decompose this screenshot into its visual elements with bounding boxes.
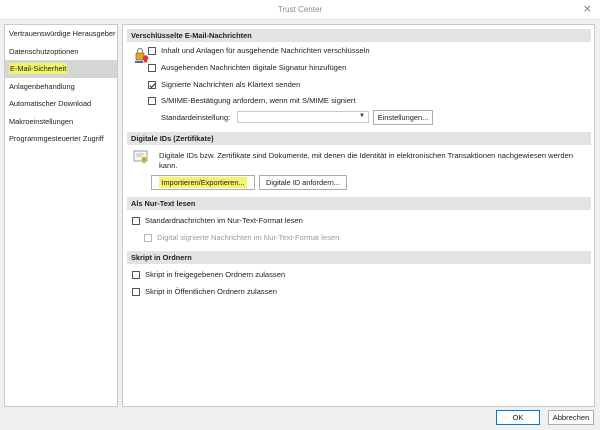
ok-button[interactable]: OK xyxy=(496,410,540,425)
smime-receipt-checkbox[interactable] xyxy=(148,96,156,105)
section-header-plain-text: Als Nur-Text lesen xyxy=(127,197,591,210)
window-title: Trust Center xyxy=(277,5,323,14)
option-script-shared-folders[interactable]: Skript in freigegebenen Ordnern zulassen xyxy=(132,270,285,279)
sidebar-item-email-security[interactable]: E-Mail-Sicherheit xyxy=(5,60,117,78)
option-read-plain-text[interactable]: Standardnachrichten im Nur-Text-Format l… xyxy=(132,216,303,225)
settings-button[interactable]: Einstellungen... xyxy=(373,110,433,125)
sidebar-item-programmatic-access[interactable]: Programmgesteuerter Zugriff xyxy=(5,130,117,148)
option-read-signed-plain-text: Digital signierte Nachrichten im Nur-Tex… xyxy=(144,233,339,242)
add-signature-checkbox[interactable] xyxy=(148,63,156,72)
cancel-button[interactable]: Abbrechen xyxy=(548,410,594,425)
send-cleartext-checkbox[interactable] xyxy=(148,80,156,89)
section-header-digital-ids: Digitale IDs (Zertifikate) xyxy=(127,132,591,145)
script-public-folders-checkbox[interactable] xyxy=(132,287,140,296)
read-signed-plain-text-checkbox xyxy=(144,233,152,242)
import-export-button[interactable]: Importieren/Exportieren... xyxy=(151,175,255,190)
read-plain-text-checkbox[interactable] xyxy=(132,216,140,225)
option-send-cleartext[interactable]: Signierte Nachrichten als Klartext sende… xyxy=(148,80,300,89)
sidebar-item-automatic-download[interactable]: Automatischer Download xyxy=(5,95,117,113)
script-shared-folders-checkbox[interactable] xyxy=(132,270,140,279)
title-bar: Trust Center × xyxy=(0,0,600,20)
option-encrypt-content[interactable]: Inhalt und Anlagen für ausgehende Nachri… xyxy=(148,46,370,55)
option-script-public-folders[interactable]: Skript in Öffentlichen Ordnern zulassen xyxy=(132,287,277,296)
request-digital-id-button[interactable]: Digitale ID anfordern... xyxy=(259,175,347,190)
sidebar-item-attachment-handling[interactable]: Anlagenbehandlung xyxy=(5,78,117,96)
option-add-signature[interactable]: Ausgehenden Nachrichten digitale Signatu… xyxy=(148,63,346,72)
section-header-scripts: Skript in Ordnern xyxy=(127,251,591,264)
sidebar-item-macro-settings[interactable]: Makroeinstellungen xyxy=(5,113,117,131)
chevron-down-icon: ▼ xyxy=(359,113,365,119)
sidebar-item-trusted-publishers[interactable]: Vertrauenswürdige Herausgeber xyxy=(5,25,117,43)
sidebar: Vertrauenswürdige Herausgeber Datenschut… xyxy=(4,24,118,407)
default-setting-label: Standardeinstellung: xyxy=(161,113,231,122)
encrypt-content-checkbox[interactable] xyxy=(148,46,156,55)
sidebar-item-privacy-options[interactable]: Datenschutzoptionen xyxy=(5,43,117,61)
default-setting-dropdown[interactable]: ▼ xyxy=(237,111,369,123)
close-icon[interactable]: × xyxy=(583,2,592,15)
section-header-encrypted-email: Verschlüsselte E-Mail-Nachrichten xyxy=(127,29,591,42)
settings-panel: Verschlüsselte E-Mail-Nachrichten Inhalt… xyxy=(122,24,595,407)
digital-ids-description: Digitale IDs bzw. Zertifikate sind Dokum… xyxy=(159,151,574,170)
certificate-icon xyxy=(133,150,148,164)
option-smime-receipt[interactable]: S/MIME-Bestätigung anfordern, wenn mit S… xyxy=(148,96,356,105)
